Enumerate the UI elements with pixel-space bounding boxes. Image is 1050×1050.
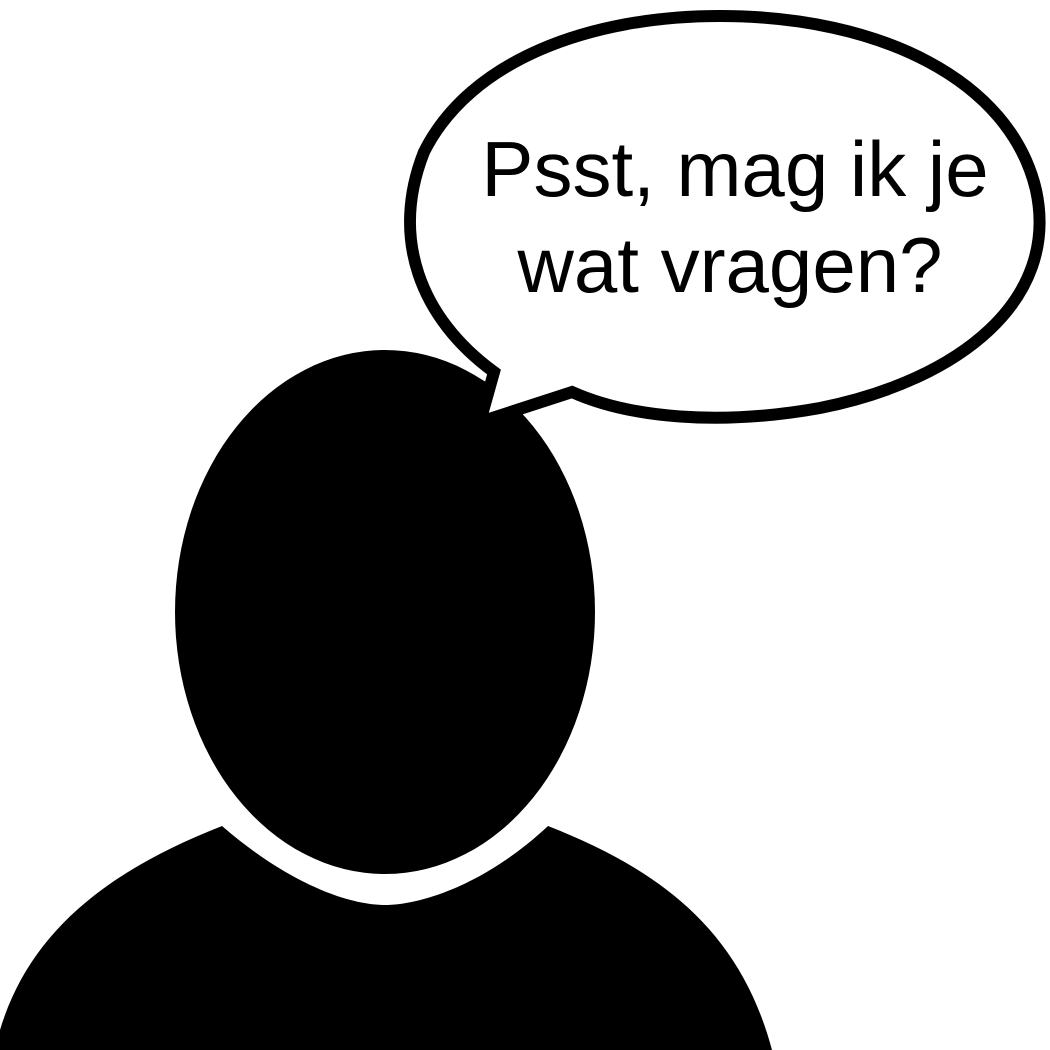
speech-line-2: wat vragen? (517, 221, 943, 309)
speech-bubble (404, 9, 1046, 432)
person-head-icon (175, 350, 595, 874)
speech-line-1: Psst, mag ik je (481, 125, 988, 213)
speech-illustration: Psst, mag ik je wat vragen? (0, 9, 1046, 1050)
